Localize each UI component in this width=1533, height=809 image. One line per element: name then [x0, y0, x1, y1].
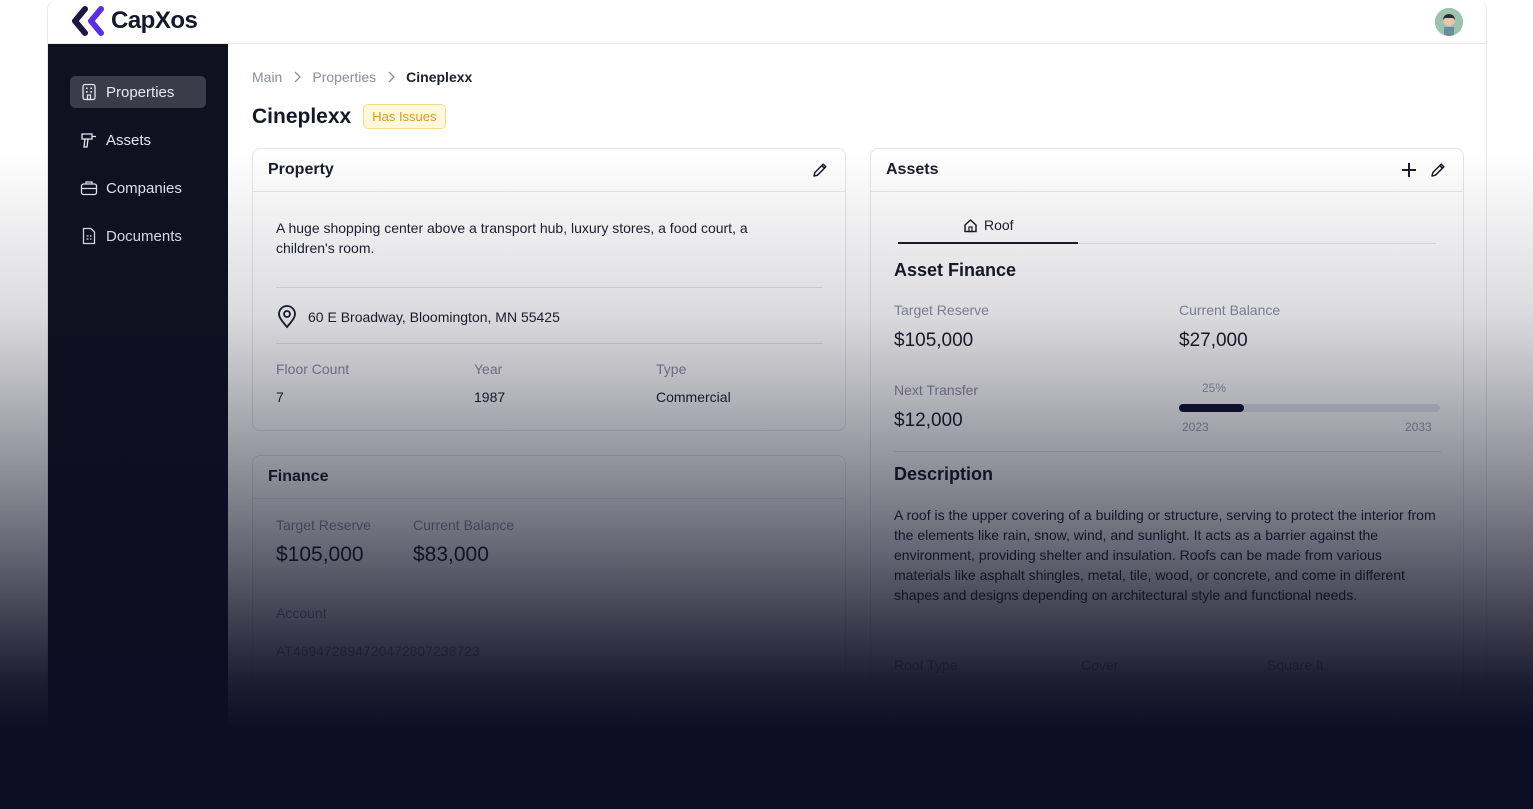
property-description: A huge shopping center above a transport… — [276, 220, 748, 256]
field-label: Account — [276, 605, 327, 621]
finance-account: Account AT46947289472047280723872​3 — [276, 605, 480, 659]
assets-card-actions — [1400, 160, 1448, 180]
field-label: Current Balance — [1179, 302, 1281, 318]
sidebar-item-companies[interactable]: Companies — [70, 172, 206, 204]
field-label: Type — [656, 361, 687, 377]
finance-target-reserve: Target Reserve $105,000 — [276, 517, 371, 567]
briefcase-icon — [80, 181, 98, 196]
capxos-logo-icon — [72, 6, 104, 36]
chevron-right-icon — [388, 71, 396, 83]
status-badge: Has Issues — [363, 104, 446, 129]
avatar[interactable] — [1435, 8, 1463, 36]
finance-card-title: Finance — [268, 468, 329, 485]
field-type: Type Commercial — [656, 361, 731, 405]
field-label: Current Balance — [413, 517, 515, 533]
app-window: CapXos Properties Assets Companies Docum… — [47, 0, 1487, 809]
account-number: AT46947289472047280723872​3 — [276, 643, 480, 659]
field-value: 7 — [276, 389, 284, 405]
sidebar-item-label: Companies — [106, 179, 182, 197]
field-value: $12,000 — [894, 410, 963, 431]
progress-bar — [1179, 404, 1440, 412]
field-floor-count: Floor Count 7 — [276, 361, 349, 405]
location-pin-icon — [278, 305, 296, 329]
add-icon[interactable] — [1400, 161, 1418, 179]
property-address: 60 E Broadway, Bloomington, MN 55425 — [308, 309, 560, 325]
avatar-image — [1435, 8, 1463, 36]
address-row: 60 E Broadway, Bloomington, MN 55425 — [276, 305, 560, 329]
page-title: Cineplexx — [252, 104, 352, 128]
progress-end: 2033 — [1405, 420, 1432, 434]
asset-next-transfer: Next Transfer $12,000 — [894, 382, 978, 432]
progress-percent: 25% — [1202, 381, 1227, 395]
document-icon — [82, 227, 96, 245]
tab-underline — [898, 242, 1078, 244]
asset-finance-title: Asset Finance — [894, 260, 1017, 280]
finance-current-balance: Current Balance $83,000 — [413, 517, 514, 567]
field-year: Year 1987 — [474, 361, 505, 405]
progress-fill — [1179, 404, 1245, 412]
app-name: CapXos — [111, 7, 198, 34]
property-card-header: Property — [253, 149, 845, 192]
field-value: $105,000 — [276, 543, 364, 566]
title-row: Cineplexx Has Issues — [252, 104, 446, 129]
field-value: 1987 — [474, 389, 506, 405]
property-card: Property A huge shopping center above a … — [252, 148, 846, 431]
assets-card: Assets Roof Asset Finance Target Reserve… — [870, 148, 1464, 768]
house-icon — [964, 218, 977, 232]
field-value: $105,000 — [894, 330, 974, 351]
asset-description: A roof is the upper covering of a buildi… — [894, 507, 1436, 603]
field-label: Year — [474, 361, 503, 377]
asset-target-reserve: Target Reserve $105,000 — [894, 302, 989, 352]
sidebar: Properties Assets Companies Documents — [48, 44, 228, 809]
breadcrumb: Main Properties Cineplexx — [252, 69, 472, 85]
sidebar-item-assets[interactable]: Assets — [70, 124, 206, 156]
square-ft-label: Square ft — [1267, 657, 1324, 673]
description-title: Description — [894, 464, 994, 484]
field-value: $27,000 — [1179, 330, 1248, 351]
tab-roof[interactable]: Roof — [963, 217, 1014, 233]
divider — [276, 287, 823, 288]
chevron-right-icon — [294, 71, 302, 83]
sidebar-item-documents[interactable]: Documents — [70, 220, 206, 252]
field-value: $83,000 — [413, 543, 489, 566]
divider — [894, 451, 1441, 452]
field-label: Next Transfer — [894, 382, 979, 398]
property-card-title: Property — [268, 161, 334, 178]
logo[interactable]: CapXos — [71, 6, 198, 36]
field-label: Target Reserve — [894, 302, 989, 318]
main-content: Main Properties Cineplexx Cineplexx Has … — [252, 44, 1486, 809]
drill-icon — [81, 133, 96, 148]
tab-label: Roof — [984, 217, 1014, 233]
cover-label: Cover — [1081, 657, 1119, 673]
finance-card-header: Finance — [253, 456, 845, 499]
divider — [276, 343, 823, 344]
roof-details-headers: Roof Type Cover Square ft — [894, 657, 1439, 673]
progress-start: 2023 — [1182, 420, 1209, 434]
assets-card-title: Assets — [886, 161, 939, 178]
field-label: Floor Count — [276, 361, 350, 377]
roof-type-label: Roof Type — [894, 657, 958, 673]
sidebar-item-label: Properties — [106, 83, 175, 101]
asset-current-balance: Current Balance $27,000 — [1179, 302, 1280, 352]
finance-card: Finance Target Reserve $105,000 Current … — [252, 455, 846, 755]
top-bar: CapXos — [48, 0, 1486, 44]
breadcrumb-current: Cineplexx — [406, 69, 473, 85]
edit-property-icon[interactable] — [810, 160, 830, 180]
field-value: Commercial — [656, 389, 731, 405]
breadcrumb-properties[interactable]: Properties — [312, 69, 376, 85]
edit-assets-icon[interactable] — [1428, 160, 1448, 180]
assets-card-header: Assets — [871, 149, 1463, 192]
breadcrumb-main[interactable]: Main — [252, 69, 282, 85]
building-icon — [82, 83, 96, 101]
sidebar-item-label: Documents — [106, 227, 182, 245]
sidebar-item-label: Assets — [106, 131, 152, 149]
sidebar-item-properties[interactable]: Properties — [70, 76, 206, 108]
field-label: Target Reserve — [276, 517, 371, 533]
